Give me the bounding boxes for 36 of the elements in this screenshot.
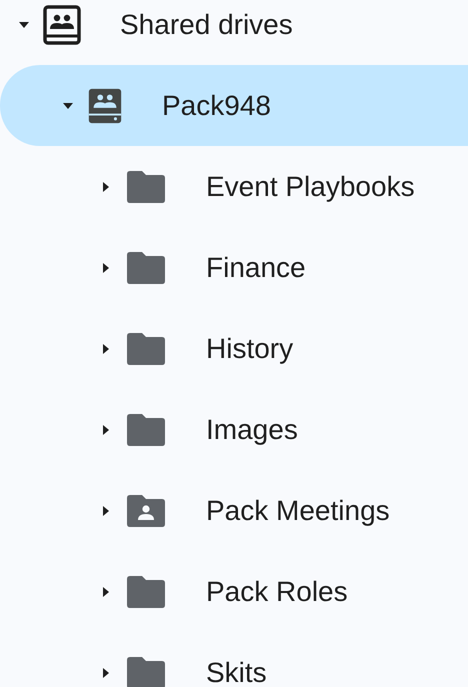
tree-item[interactable]: Pack948 [0,65,468,146]
caret-right-icon[interactable] [102,424,110,436]
caret-right-icon[interactable] [102,504,110,516]
caret-right-icon[interactable] [102,586,110,598]
tree-item-label: Finance [206,250,306,284]
folder-icon [127,656,165,687]
tree-item-label: Pack Roles [206,574,348,608]
folder-icon [127,576,165,608]
tree-item-label: Pack948 [162,88,271,122]
shared-drive-icon [88,88,122,123]
tree-item[interactable]: Images [0,389,468,470]
tree-item-label: History [206,332,294,366]
tree-item[interactable]: Shared drives [0,0,468,65]
folder-icon [127,252,165,284]
tree-item-label: Images [206,412,298,447]
tree-item[interactable]: Skits [0,632,468,687]
folder-icon [127,332,165,364]
caret-down-icon[interactable] [18,20,30,28]
caret-right-icon[interactable] [102,342,110,354]
tree-item-label: Pack Meetings [206,494,390,528]
caret-right-icon[interactable] [102,262,110,274]
tree-item[interactable]: Pack Meetings [0,470,468,551]
tree-item[interactable]: History [0,308,468,389]
folder-icon [127,170,165,202]
shared-folder-icon [127,494,165,526]
tree-item[interactable]: Pack Roles [0,551,468,632]
tree-item[interactable]: Finance [0,227,468,308]
folder-icon [127,414,165,446]
tree-item-label: Event Playbooks [206,170,415,204]
caret-right-icon[interactable] [102,666,110,678]
tree-item-label: Shared drives [120,8,293,42]
caret-right-icon[interactable] [102,180,110,192]
tree-item[interactable]: Event Playbooks [0,146,468,227]
caret-down-icon[interactable] [62,102,74,110]
shared-drive-icon [43,4,81,44]
tree-item-label: Skits [206,656,267,687]
